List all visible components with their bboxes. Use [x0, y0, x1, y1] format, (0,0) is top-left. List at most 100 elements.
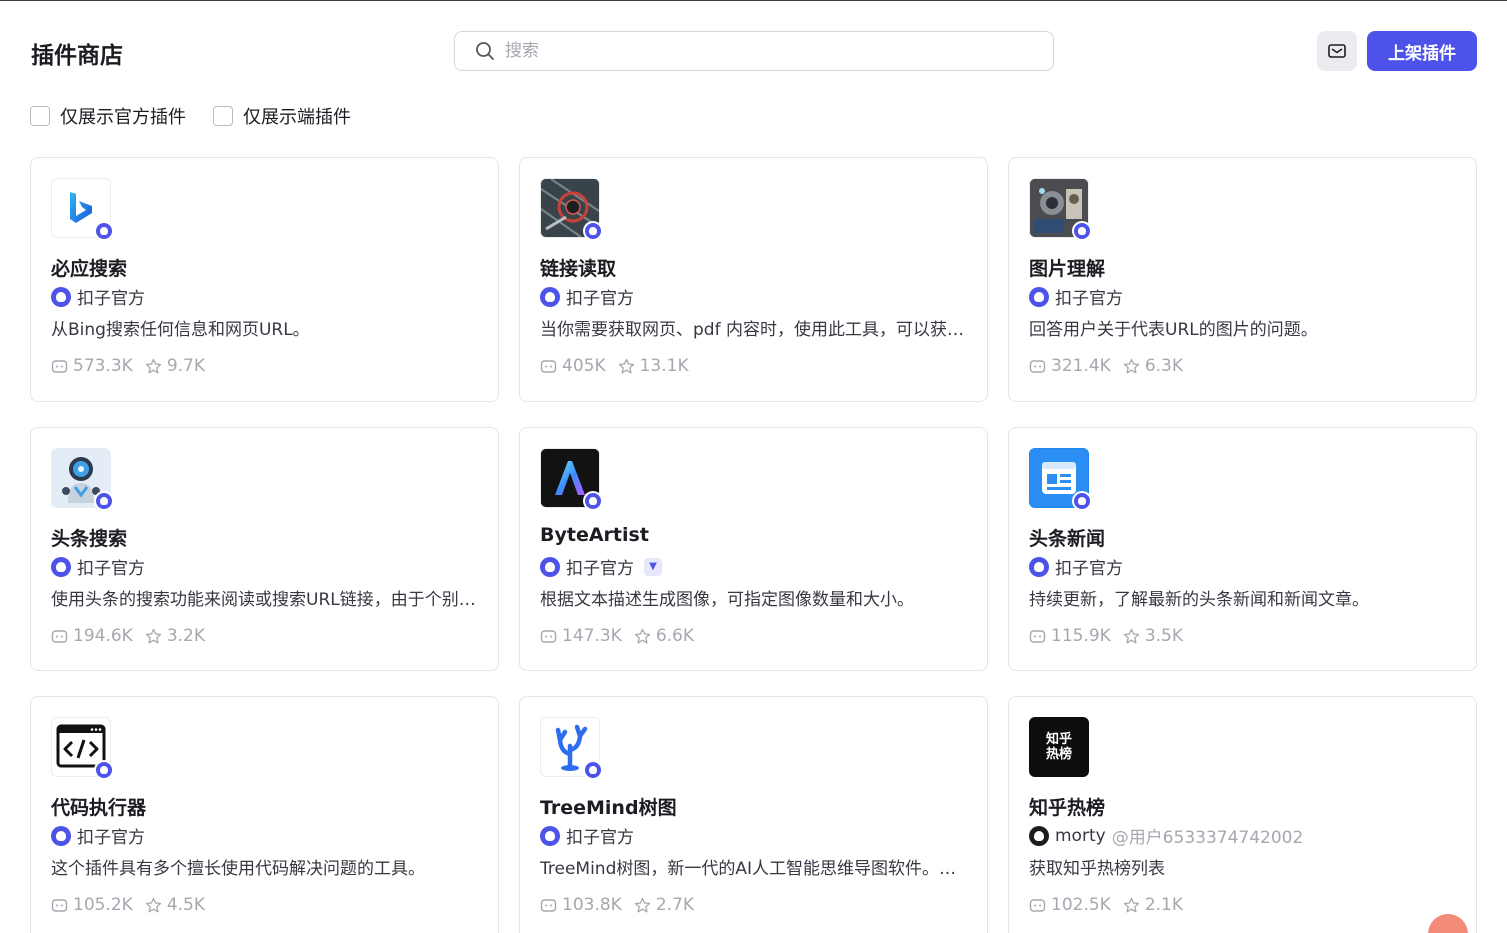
plugin-card[interactable]: TreeMind树图 扣子官方 TreeMind树图，新一代的AI人工智能思维导… [519, 696, 988, 933]
endpoint-only-label: 仅展示端插件 [243, 107, 351, 128]
plugin-author: 扣子官方 ▼ [540, 554, 662, 579]
favorite-count: 4.5K [166, 895, 206, 915]
usage-icon [51, 898, 68, 912]
official-badge-icon [583, 221, 603, 241]
plugin-name: 头条搜索 [51, 528, 128, 550]
star-icon [145, 628, 161, 643]
author-name: 扣子官方 [1055, 289, 1123, 309]
usage-count: 147.3K [562, 626, 622, 646]
star-icon [1123, 628, 1139, 643]
plugin-name: 必应搜索 [51, 258, 128, 280]
usage-count: 103.8K [562, 895, 622, 915]
usage-count: 573.3K [73, 356, 133, 376]
zhihu-hot-logo-text: 知乎热榜 [1045, 732, 1072, 762]
star-icon [618, 358, 634, 373]
author-avatar-icon [1029, 556, 1049, 577]
official-badge-icon [1072, 221, 1092, 241]
plugin-name: ByteArtist [540, 524, 649, 546]
zhihu-hot-logo-icon: 知乎热榜 [1029, 717, 1089, 777]
plugin-author: 扣子官方 [1029, 554, 1123, 579]
favorite-count: 3.5K [1144, 626, 1184, 646]
plugin-stats: 321.4K 6.3K [1029, 356, 1195, 376]
author-avatar-icon [540, 286, 560, 307]
usage-count: 321.4K [1051, 356, 1111, 376]
plugin-card[interactable]: 代码执行器 扣子官方 这个插件具有多个擅长使用代码解决问题的工具。 105.2K… [30, 696, 499, 933]
plugin-stats: 194.6K 3.2K [51, 626, 217, 646]
usage-count: 405K [562, 356, 606, 376]
usage-icon [540, 898, 557, 912]
plugin-card[interactable]: 图片理解 扣子官方 回答用户关于代表URL的图片的问题。 321.4K 6.3K [1008, 157, 1477, 402]
star-icon [1123, 358, 1139, 373]
plugin-description: 使用头条的搜索功能来阅读或搜索URL链接，由于个别网站会限制访问， [51, 590, 481, 610]
usage-icon [540, 359, 557, 373]
plugin-description: 获取知乎热榜列表 [1029, 859, 1165, 879]
star-icon [145, 358, 161, 373]
filter-official-only[interactable]: 仅展示官方插件 [30, 103, 186, 129]
author-handle: @用户6533374742002 [1111, 828, 1304, 848]
plugin-card[interactable]: ByteArtist 扣子官方 ▼ 根据文本描述生成图像，可指定图像数量和大小。 … [519, 427, 988, 671]
favorite-count: 2.1K [1144, 895, 1184, 915]
usage-count: 105.2K [73, 895, 133, 915]
plugin-card[interactable]: 头条新闻 扣子官方 持续更新，了解最新的头条新闻和新闻文章。 115.9K 3.… [1008, 427, 1477, 671]
official-badge-icon [583, 760, 603, 780]
author-name: 扣子官方 [566, 289, 634, 309]
search-box[interactable] [454, 31, 1054, 71]
usage-icon [51, 629, 68, 643]
plugin-stats: 147.3K 6.6K [540, 626, 706, 646]
plugin-name: 知乎热榜 [1029, 797, 1106, 819]
filter-endpoint-only[interactable]: 仅展示端插件 [213, 103, 351, 129]
usage-count: 102.5K [1051, 895, 1111, 915]
author-name: morty [1055, 825, 1106, 846]
author-avatar-icon [51, 825, 71, 846]
plugin-card[interactable]: 必应搜索 扣子官方 从Bing搜索任何信息和网页URL。 573.3K 9.7K [30, 157, 499, 402]
star-icon [145, 897, 161, 912]
plugin-card[interactable]: 链接读取 扣子官方 当你需要获取网页、pdf 内容时，使用此工具，可以获取url… [519, 157, 988, 402]
author-name: 扣子官方 [566, 559, 634, 579]
plugin-name: 头条新闻 [1029, 528, 1106, 550]
usage-icon [51, 359, 68, 373]
endpoint-only-checkbox[interactable] [213, 106, 233, 126]
official-badge-icon [94, 221, 114, 241]
mail-button[interactable] [1317, 31, 1357, 71]
usage-icon [540, 629, 557, 643]
official-badge-icon [94, 760, 114, 780]
plugin-author: 扣子官方 [540, 823, 634, 848]
plugin-description: 根据文本描述生成图像，可指定图像数量和大小。 [540, 590, 914, 610]
plugin-stats: 115.9K 3.5K [1029, 626, 1195, 646]
author-name: 扣子官方 [566, 828, 634, 848]
mail-icon [1328, 44, 1346, 58]
plugin-author: morty @用户6533374742002 [1029, 823, 1303, 848]
official-only-checkbox[interactable] [30, 106, 50, 126]
author-avatar-icon [1029, 825, 1049, 846]
official-only-label: 仅展示官方插件 [60, 107, 186, 128]
author-avatar-icon [51, 556, 71, 577]
verified-badge-icon: ▼ [644, 557, 662, 576]
plugin-name: 图片理解 [1029, 258, 1106, 280]
official-badge-icon [583, 491, 603, 511]
usage-count: 194.6K [73, 626, 133, 646]
author-name: 扣子官方 [77, 289, 145, 309]
author-avatar-icon [1029, 286, 1049, 307]
favorite-count: 3.2K [166, 626, 206, 646]
window-top-border [0, 0, 1507, 1]
star-icon [634, 628, 650, 643]
plugin-author: 扣子官方 [51, 823, 145, 848]
plugin-stats: 405K 13.1K [540, 356, 701, 376]
plugin-description: TreeMind树图，新一代的AI人工智能思维导图软件。支持一键生成思维导图 [540, 859, 970, 879]
search-input[interactable] [505, 41, 1025, 61]
author-name: 扣子官方 [1055, 559, 1123, 579]
page-title: 插件商店 [31, 43, 123, 69]
plugin-author: 扣子官方 [51, 284, 145, 309]
favorite-count: 2.7K [655, 895, 695, 915]
plugin-description: 从Bing搜索任何信息和网页URL。 [51, 320, 310, 340]
search-icon [476, 42, 494, 60]
plugin-author: 扣子官方 [51, 554, 145, 579]
plugin-name: TreeMind树图 [540, 797, 677, 819]
plugin-stats: 573.3K 9.7K [51, 356, 217, 376]
author-avatar-icon [540, 556, 560, 577]
plugin-card[interactable]: 知乎热榜 知乎热榜 morty @用户6533374742002 获取知乎热榜列表… [1008, 696, 1477, 933]
favorite-count: 6.3K [1144, 356, 1184, 376]
plugin-card[interactable]: 头条搜索 扣子官方 使用头条的搜索功能来阅读或搜索URL链接，由于个别网站会限制… [30, 427, 499, 671]
publish-plugin-button[interactable]: 上架插件 [1367, 31, 1477, 71]
author-name: 扣子官方 [77, 559, 145, 579]
